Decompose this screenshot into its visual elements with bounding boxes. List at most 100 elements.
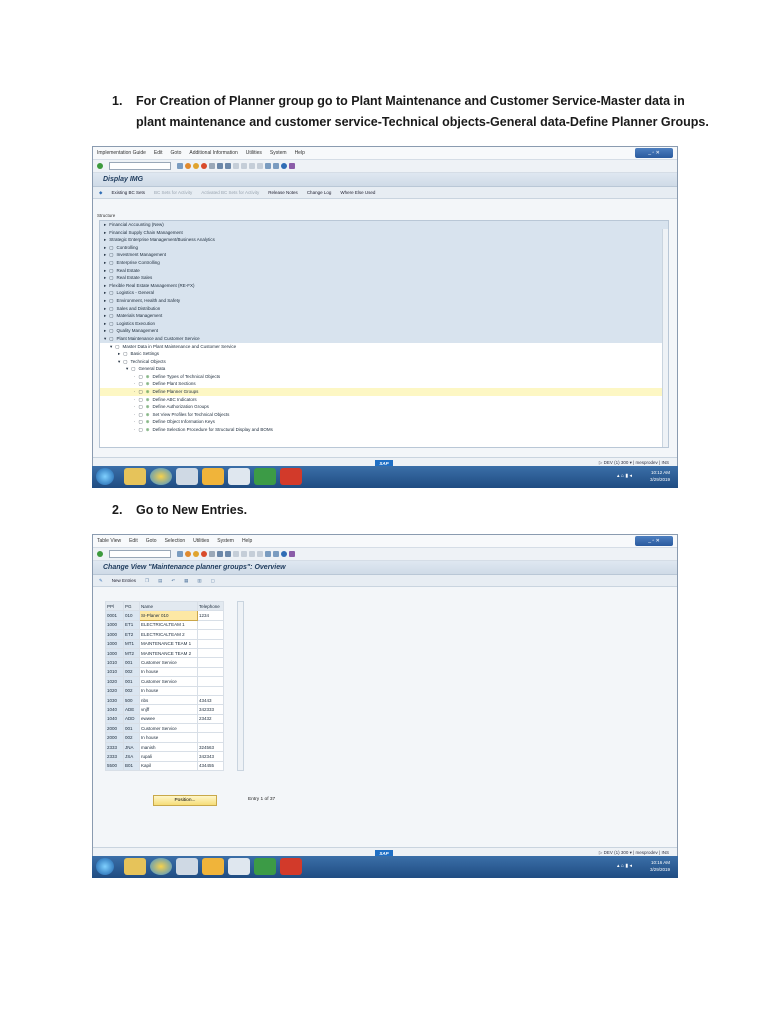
table-row[interactable]: 1020 002 In house <box>105 685 224 696</box>
edit-icon[interactable]: ✎ <box>99 578 103 584</box>
table-scrollbar[interactable] <box>237 601 244 771</box>
table-row[interactable]: 2000 001 Customer Service <box>105 723 224 734</box>
exit-icon[interactable] <box>193 551 199 557</box>
menu-additional-information[interactable]: Additional Information <box>189 150 237 156</box>
where-else-used-button[interactable]: Where Else Used <box>340 190 375 195</box>
table-row[interactable]: 1040 ADD ewwee 23432 <box>105 713 224 725</box>
new-entries-button[interactable]: New Entries <box>112 578 136 583</box>
menu-help[interactable]: Help <box>295 150 305 156</box>
window-icon[interactable] <box>176 468 198 485</box>
new-session-icon[interactable] <box>265 163 271 169</box>
bullet-icon[interactable]: · <box>134 381 136 386</box>
document-icon[interactable]: ▢ <box>109 290 113 295</box>
tree-node[interactable]: ▸ ▢ Quality Management <box>100 327 668 335</box>
name-cell[interactable]: ELECTRICALTEAM 2 <box>139 629 198 640</box>
bullet-icon[interactable]: · <box>134 374 136 379</box>
expand-arrow-icon[interactable]: ▸ <box>104 328 106 333</box>
bullet-icon[interactable]: · <box>134 412 136 417</box>
expand-arrow-icon[interactable]: ▸ <box>104 230 106 235</box>
name-cell[interactable]: ELECTRICALTEAM 1 <box>139 619 198 631</box>
menu-utilities[interactable]: Utilities <box>193 538 209 544</box>
status-system[interactable]: DEV (1) 300 <box>604 460 629 465</box>
chrome-icon[interactable] <box>150 468 172 485</box>
shortcut-icon[interactable] <box>273 551 279 557</box>
expand-arrow-icon[interactable]: ▸ <box>104 245 106 250</box>
telephone-cell[interactable]: 434455 <box>197 760 224 772</box>
existing-bc-sets-button[interactable]: Existing BC Sets <box>111 190 145 195</box>
folder-icon[interactable] <box>124 858 146 875</box>
table-row[interactable]: 2333 JNA manish 324563 <box>105 741 224 753</box>
execute-icon[interactable]: ⊕ <box>146 412 150 417</box>
tree-node[interactable]: ▾ ▢ Master Data in Plant Maintenance and C… <box>100 342 668 351</box>
name-cell[interactable]: MAINTENANCE TEAM 2 <box>139 647 198 659</box>
enter-icon[interactable] <box>97 163 103 169</box>
tray-icons[interactable]: ▴ ⌂ ▮ ◂ <box>617 863 632 869</box>
telephone-cell[interactable] <box>197 647 224 659</box>
table-row[interactable]: 5500 B01 Kapil 434455 <box>105 760 224 772</box>
expand-arrow-icon[interactable]: ▸ <box>104 237 106 242</box>
tree-node[interactable]: ▾ ▢ Technical Objects <box>100 357 668 366</box>
sap-logon-icon[interactable] <box>228 468 250 485</box>
tree-node[interactable]: ▾ ▢ General Data <box>100 365 668 373</box>
tree-node[interactable]: · ▢ ⊕ Define ABC Indicators <box>100 395 668 404</box>
tree-node[interactable]: · ▢ ⊕ Define Selection Procedure for Struct… <box>100 426 668 434</box>
bullet-icon[interactable]: · <box>134 427 136 432</box>
table-row[interactable]: 1040 ADE vnjff 342333 <box>105 704 224 715</box>
telephone-cell[interactable] <box>197 723 224 734</box>
exit-icon[interactable] <box>193 163 199 169</box>
table-row[interactable]: 1000 ET1 ELECTRICALTEAM 1 <box>105 619 224 631</box>
expand-arrow-icon[interactable]: ▸ <box>104 260 106 265</box>
telephone-cell[interactable] <box>197 676 224 687</box>
first-page-icon[interactable] <box>233 551 239 557</box>
excel-icon[interactable] <box>254 858 276 875</box>
telephone-cell[interactable] <box>197 657 224 668</box>
activated-bc-sets-button[interactable]: Activated BC Sets for Activity <box>201 190 259 195</box>
execute-icon[interactable]: ⊕ <box>146 404 150 409</box>
clock[interactable]: 10:16 AM 3/29/2019 <box>650 859 670 873</box>
chrome-icon[interactable] <box>150 858 172 875</box>
tree-node[interactable]: ▸ ▢ Enterprise Controlling <box>100 258 668 267</box>
column-name[interactable]: Name <box>139 600 198 612</box>
table-row[interactable]: 1020 001 Customer Service <box>105 676 224 687</box>
menu-table-view[interactable]: Table View <box>97 538 121 544</box>
bc-set-icon[interactable]: ◆ <box>99 190 102 196</box>
expand-arrow-icon[interactable]: ▾ <box>126 366 128 371</box>
shortcut-icon[interactable] <box>273 163 279 169</box>
telephone-cell[interactable]: 342343 <box>197 751 224 762</box>
acrobat-icon[interactable] <box>280 468 302 485</box>
table-row[interactable]: 1000 ET2 ELECTRICALTEAM 2 <box>105 629 224 640</box>
document-icon[interactable]: ▢ <box>139 412 143 417</box>
start-icon[interactable] <box>96 858 114 875</box>
name-cell[interactable]: MAINTENANCE TEAM 1 <box>139 638 198 649</box>
delete-icon[interactable]: ▤ <box>158 578 162 584</box>
save-icon[interactable] <box>177 551 183 557</box>
tree-node[interactable]: ▸ ▢ Logistics Execution <box>100 319 668 328</box>
execute-icon[interactable]: ⊕ <box>146 419 150 424</box>
table-row[interactable]: 2333 JSA rupali 342343 <box>105 751 224 762</box>
enter-icon[interactable] <box>97 551 103 557</box>
undo-icon[interactable]: ↶ <box>171 578 175 584</box>
table-row[interactable]: 1000 MT2 MAINTENANCE TEAM 2 <box>105 647 224 659</box>
execute-icon[interactable]: ⊕ <box>146 389 150 394</box>
previous-page-icon[interactable] <box>241 551 247 557</box>
previous-page-icon[interactable] <box>241 163 247 169</box>
find-icon[interactable] <box>217 163 223 169</box>
new-session-icon[interactable] <box>265 551 271 557</box>
name-cell[interactable]: In house <box>139 732 198 743</box>
next-page-icon[interactable] <box>249 163 255 169</box>
menu-edit[interactable]: Edit <box>129 538 138 544</box>
menu-selection[interactable]: Selection <box>165 538 186 544</box>
copy-icon[interactable]: ❐ <box>145 578 149 584</box>
expand-arrow-icon[interactable]: ▾ <box>104 336 106 341</box>
table-row[interactable]: 0001 010 SI-Planer 010 1234 <box>105 610 224 621</box>
cancel-icon[interactable] <box>201 551 207 557</box>
tree-node[interactable]: ▸ ▢ Real Estate <box>100 266 668 275</box>
acrobat-icon[interactable] <box>280 858 302 875</box>
name-cell[interactable]: manish <box>139 741 198 753</box>
document-icon[interactable]: ▢ <box>139 374 143 379</box>
execute-icon[interactable]: ⊕ <box>146 374 150 379</box>
document-icon[interactable]: ▢ <box>109 306 113 311</box>
document-icon[interactable]: ▢ <box>109 252 113 257</box>
name-cell[interactable]: rupali <box>139 751 198 762</box>
document-icon[interactable]: ▢ <box>139 427 143 432</box>
